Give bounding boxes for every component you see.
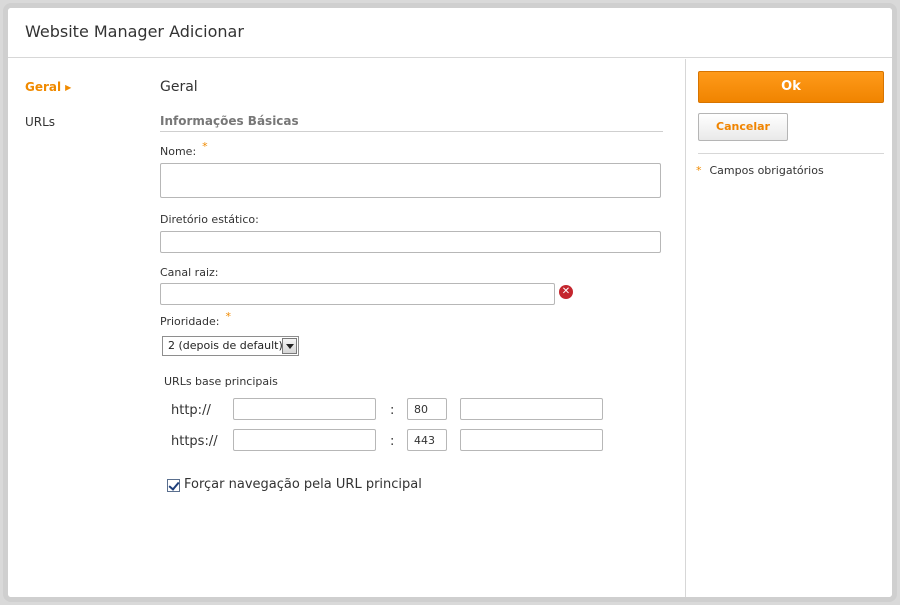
subsection-title: Informações Básicas bbox=[160, 114, 299, 128]
force-nav-checkbox[interactable] bbox=[167, 479, 180, 492]
nav-item-urls[interactable]: URLs bbox=[25, 115, 55, 129]
required-marker: * bbox=[225, 310, 232, 323]
close-circle-icon[interactable]: ✕ bbox=[559, 285, 573, 299]
required-legend: * Campos obrigatórios bbox=[696, 164, 824, 177]
https-port-input[interactable] bbox=[407, 429, 447, 451]
prioridade-label-text: Prioridade: bbox=[160, 315, 220, 328]
prioridade-select[interactable]: 2 (depois de default) bbox=[162, 336, 299, 356]
required-marker: * bbox=[202, 140, 208, 153]
https-path-input[interactable] bbox=[460, 429, 603, 451]
window-title: Website Manager Adicionar bbox=[25, 22, 244, 41]
prioridade-selected-value: 2 (depois de default) bbox=[168, 339, 283, 352]
https-protocol-label: https:// bbox=[171, 434, 218, 449]
http-port-separator: : bbox=[390, 403, 395, 418]
right-triangle-icon: ▶ bbox=[65, 83, 72, 92]
nav-item-geral[interactable]: Geral ▶ bbox=[25, 80, 71, 94]
diretorio-input[interactable] bbox=[160, 231, 661, 253]
urls-heading: URLs base principais bbox=[164, 375, 278, 388]
required-legend-text: Campos obrigatórios bbox=[709, 164, 824, 177]
required-marker: * bbox=[696, 164, 702, 177]
http-port-input[interactable] bbox=[407, 398, 447, 420]
nav-item-label: Geral bbox=[25, 80, 62, 94]
nav-item-label: URLs bbox=[25, 115, 56, 129]
nome-label-text: Nome: bbox=[160, 145, 197, 158]
main-content: Geral ▶ URLs Geral Informações Básicas No… bbox=[8, 59, 686, 597]
http-protocol-label: http:// bbox=[171, 403, 211, 418]
subsection-header: Informações Básicas bbox=[160, 110, 663, 132]
diretorio-label: Diretório estático: bbox=[160, 213, 259, 226]
https-port-separator: : bbox=[390, 434, 395, 449]
https-host-input[interactable] bbox=[233, 429, 376, 451]
divider bbox=[698, 153, 884, 154]
section-title: Geral bbox=[160, 79, 198, 95]
http-path-input[interactable] bbox=[460, 398, 603, 420]
dialog-window: Website Manager Adicionar Geral ▶ URLs Ge… bbox=[3, 3, 897, 602]
nome-input[interactable] bbox=[160, 163, 661, 198]
ok-button[interactable]: Ok bbox=[698, 71, 884, 103]
nome-label: Nome: * bbox=[160, 140, 208, 158]
cancel-button[interactable]: Cancelar bbox=[698, 113, 788, 141]
canal-input[interactable] bbox=[160, 283, 555, 305]
chevron-down-icon[interactable] bbox=[282, 338, 297, 354]
force-nav-label[interactable]: Forçar navegação pela URL principal bbox=[184, 477, 422, 492]
title-bar: Website Manager Adicionar bbox=[8, 8, 892, 58]
actions-panel: Ok Cancelar * Campos obrigatórios bbox=[687, 59, 892, 597]
http-host-input[interactable] bbox=[233, 398, 376, 420]
canal-label: Canal raiz: bbox=[160, 266, 219, 279]
prioridade-label: Prioridade: * bbox=[160, 310, 231, 328]
